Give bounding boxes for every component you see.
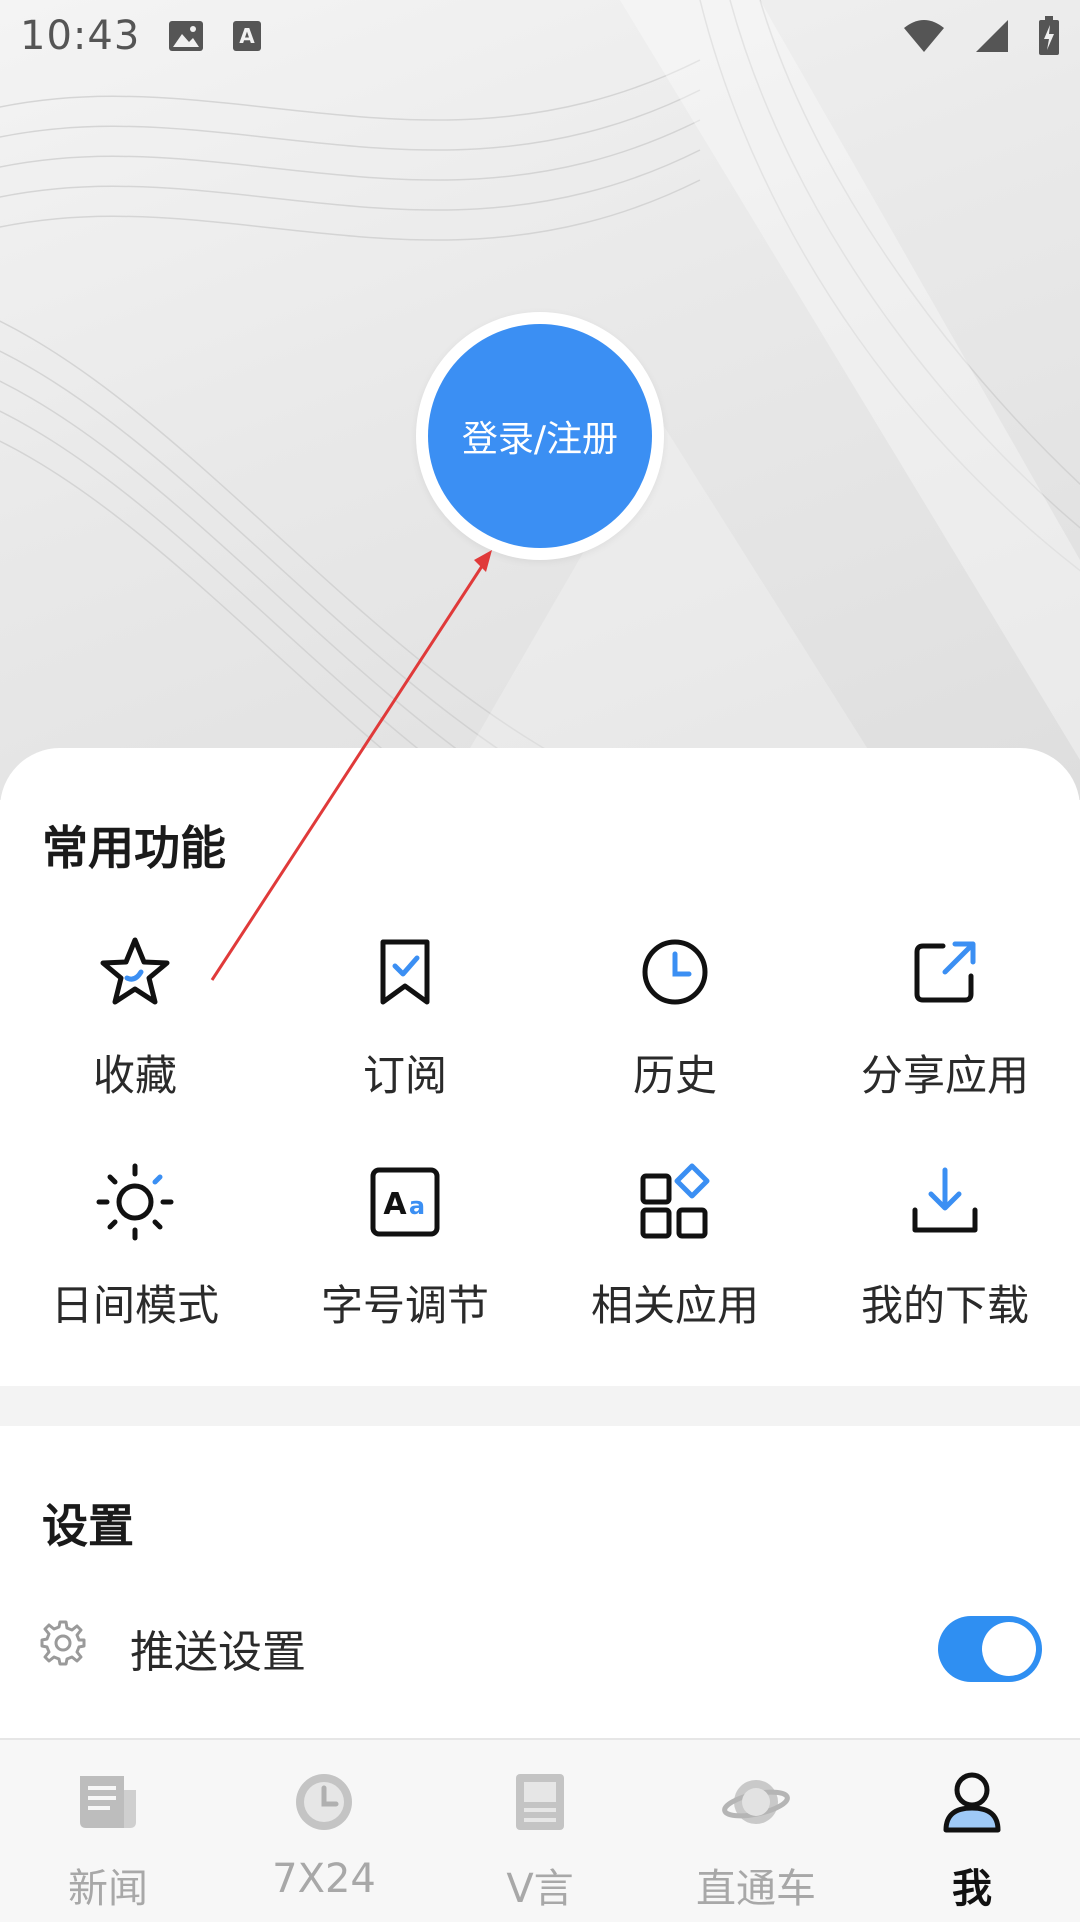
planet-icon	[722, 1780, 790, 1824]
gear-icon	[40, 1620, 86, 1666]
svg-text:a: a	[409, 1192, 425, 1220]
share-icon	[914, 941, 976, 1003]
nav-label: 直通车	[696, 1866, 816, 1912]
status-time: 10:43	[20, 13, 141, 59]
function-label: 订阅	[362, 1051, 447, 1100]
nav-label: 新闻	[68, 1866, 148, 1912]
function-subscribe[interactable]: 订阅	[270, 896, 540, 1126]
article-icon	[516, 1774, 564, 1830]
star-icon	[100, 937, 170, 1005]
function-related-apps[interactable]: 相关应用	[540, 1126, 810, 1356]
nav-label: V言	[506, 1866, 574, 1912]
svg-text:A: A	[240, 24, 256, 48]
font-size-icon: A a	[370, 1167, 440, 1237]
function-history[interactable]: 历史	[540, 896, 810, 1126]
nav-v-yan[interactable]: V言	[432, 1740, 648, 1922]
bookmark-check-icon	[380, 939, 430, 1005]
status-bar: 10:43 A	[0, 0, 1080, 72]
function-label: 我的下载	[860, 1281, 1029, 1330]
keyboard-a-icon: A	[232, 20, 262, 52]
sun-icon	[96, 1163, 174, 1241]
function-label: 字号调节	[320, 1281, 489, 1330]
functions-grid: 收藏 订阅 历史 分享应用 日间模式 A a 字号调节 相关应用 我的下载	[0, 896, 1080, 1356]
cell-signal-icon	[974, 18, 1010, 54]
function-label: 分享应用	[860, 1051, 1029, 1100]
image-icon	[168, 20, 204, 52]
section-title-settings: 设置	[42, 1499, 134, 1553]
section-title-common: 常用功能	[42, 821, 226, 875]
wifi-icon	[902, 18, 946, 54]
push-settings-row[interactable]: 推送设置	[0, 1600, 1080, 1684]
function-label: 相关应用	[590, 1281, 759, 1330]
nav-label: 7X24	[272, 1856, 376, 1902]
download-icon	[912, 1167, 978, 1233]
function-label: 收藏	[92, 1051, 177, 1100]
push-settings-label: 推送设置	[130, 1627, 306, 1678]
function-label: 历史	[632, 1051, 717, 1100]
profile-icon	[943, 1772, 1001, 1833]
nav-me[interactable]: 我	[864, 1740, 1080, 1922]
function-favorites[interactable]: 收藏	[0, 896, 270, 1126]
login-avatar-ring: 登录/注册	[416, 312, 664, 560]
nav-express[interactable]: 直通车	[648, 1740, 864, 1922]
function-share-app[interactable]: 分享应用	[810, 896, 1080, 1126]
functions-card: 常用功能 收藏 订阅 历史 分享应用 日间模式 A a 字号调节 相关应用 我的…	[0, 748, 1080, 1388]
toggle-knob	[982, 1622, 1036, 1676]
push-toggle[interactable]	[938, 1616, 1042, 1682]
login-register-button[interactable]: 登录/注册	[428, 324, 652, 548]
header-background: 10:43 A 登录/注册	[0, 0, 1080, 800]
clock-icon	[642, 939, 708, 1005]
nav-news[interactable]: 新闻	[0, 1740, 216, 1922]
battery-charging-icon	[1038, 16, 1060, 56]
clock-icon	[296, 1774, 352, 1830]
section-divider	[0, 1386, 1080, 1426]
nav-label: 我	[952, 1866, 992, 1912]
function-my-downloads[interactable]: 我的下载	[810, 1126, 1080, 1356]
bottom-navigation: 新闻 7X24 V言 直通车 我	[0, 1738, 1080, 1922]
svg-text:A: A	[383, 1187, 407, 1222]
function-label: 日间模式	[50, 1281, 219, 1330]
news-icon	[80, 1776, 136, 1828]
apps-icon	[640, 1163, 710, 1239]
nav-7x24[interactable]: 7X24	[216, 1740, 432, 1922]
function-font-size[interactable]: A a 字号调节	[270, 1126, 540, 1356]
function-day-mode[interactable]: 日间模式	[0, 1126, 270, 1356]
